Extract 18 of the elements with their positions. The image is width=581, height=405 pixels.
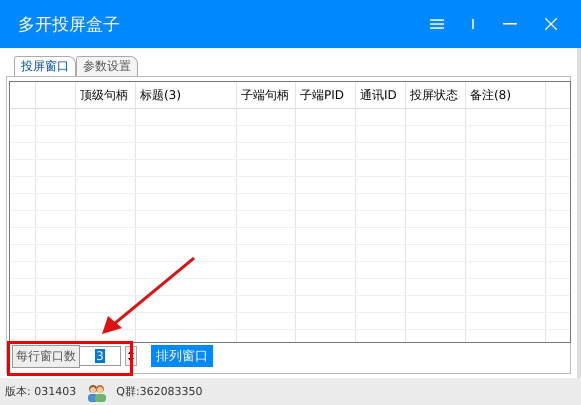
column-header[interactable]: 标题(3) [136, 82, 237, 108]
column-header[interactable]: 备注(8) [466, 82, 546, 108]
menu-icon[interactable] [430, 19, 444, 29]
column-header[interactable]: 投屏状态 [406, 82, 466, 108]
qq-group-text: Q群:362083350 [116, 384, 203, 399]
column-header[interactable]: 顶级句柄 [76, 82, 136, 108]
tab[interactable]: 参数设置 [76, 56, 138, 76]
column-header[interactable]: 通讯ID [356, 82, 406, 108]
version-text: 版本: 031403 [5, 384, 76, 399]
column-header[interactable]: 子端句柄 [237, 82, 296, 108]
spinner-label: 每行窗口数 [12, 344, 80, 368]
column-header[interactable]: 子端PID [296, 82, 356, 108]
tab[interactable]: 投屏窗口 [14, 56, 76, 76]
arrange-windows-button[interactable]: 排列窗口 [151, 345, 213, 367]
minimize-icon[interactable] [503, 23, 517, 25]
window-title: 多开投屏盒子 [18, 14, 120, 36]
spinner-field[interactable]: 3 [80, 346, 121, 366]
close-icon[interactable] [545, 18, 557, 30]
